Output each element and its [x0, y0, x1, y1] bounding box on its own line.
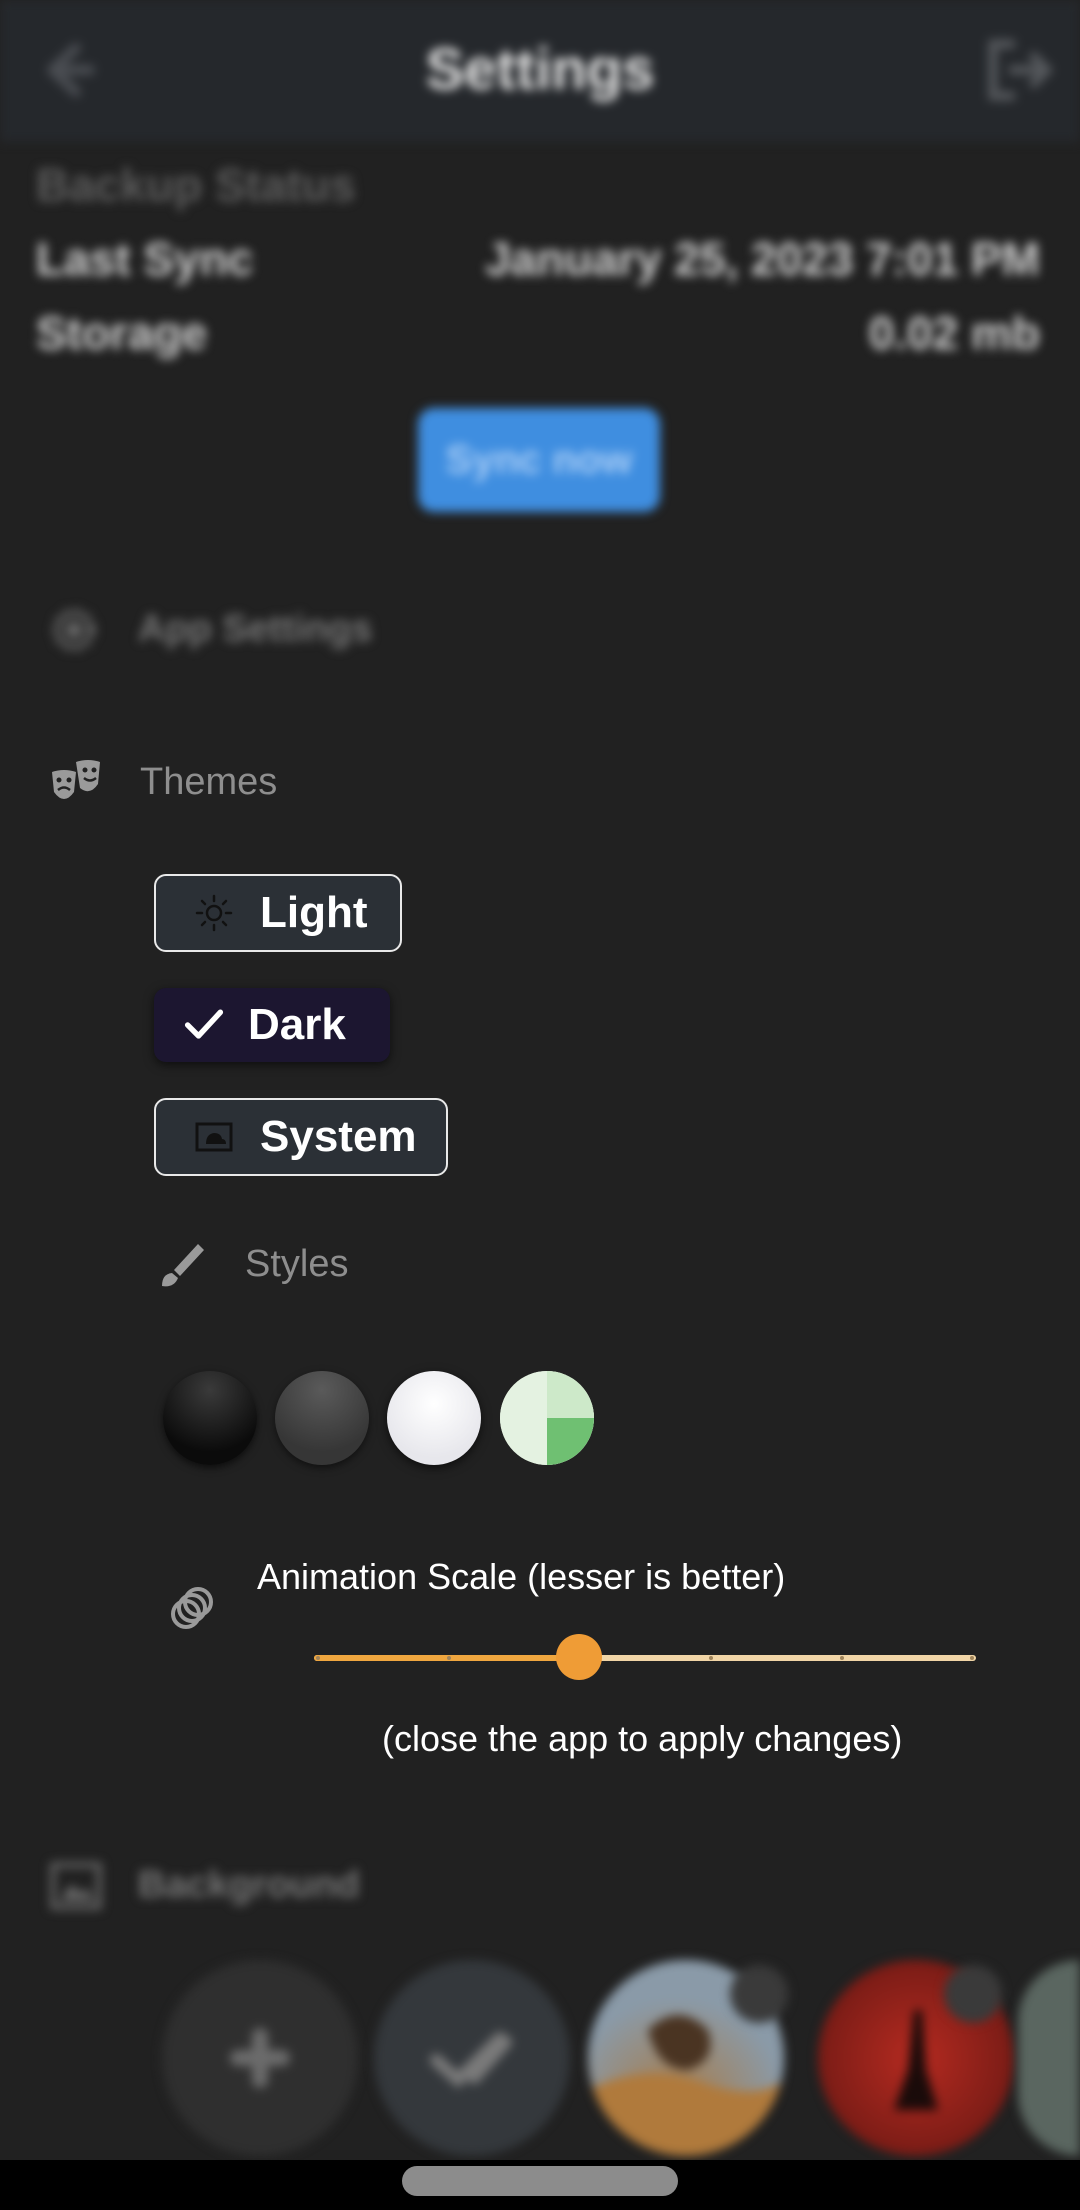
slider-tick — [970, 1656, 974, 1660]
slider-tick — [709, 1656, 713, 1660]
theme-system-label: System — [260, 1112, 417, 1161]
theme-dark-label: Dark — [248, 1000, 346, 1049]
themes-label: Themes — [140, 761, 278, 803]
page-title: Settings — [425, 37, 655, 102]
style-swatch-black[interactable] — [163, 1371, 257, 1465]
delete-image-2-button[interactable] — [944, 1965, 1002, 2023]
app-settings-label: App Settings — [138, 608, 373, 650]
background-add-button[interactable] — [162, 1960, 358, 2156]
backup-status-title: Backup Status — [36, 159, 356, 211]
theme-system-chip[interactable]: System — [154, 1098, 448, 1176]
device-theme-icon — [194, 1117, 234, 1157]
plus-icon — [230, 2028, 290, 2088]
background-label: Background — [138, 1864, 360, 1906]
style-swatch-green[interactable] — [500, 1371, 594, 1465]
double-check-icon — [430, 2032, 512, 2089]
logout-icon[interactable] — [985, 38, 1055, 102]
last-sync-label: Last Sync — [36, 233, 254, 285]
last-sync-value: January 25, 2023 7:01 PM — [485, 233, 1040, 285]
slider-tick — [316, 1656, 320, 1660]
slider-tick — [447, 1656, 451, 1660]
theme-light-chip[interactable]: Light — [154, 874, 402, 952]
check-icon — [184, 1005, 224, 1045]
styles-label: Styles — [245, 1243, 349, 1285]
slider-tick — [840, 1656, 844, 1660]
storage-label: Storage — [36, 307, 208, 359]
background-default-option[interactable] — [374, 1960, 570, 2156]
storage-value: 0.02 mb — [868, 307, 1040, 359]
app-bar: Settings — [0, 0, 1080, 142]
background-image-3[interactable] — [1018, 1960, 1080, 2156]
animation-rings-icon — [171, 1587, 213, 1629]
home-indicator[interactable] — [402, 2166, 678, 2196]
sync-now-button[interactable]: Sync now — [418, 408, 660, 512]
theater-masks-icon — [52, 760, 100, 799]
slider-thumb[interactable] — [555, 1634, 602, 1680]
image-icon — [50, 1862, 102, 1910]
theme-light-label: Light — [260, 888, 368, 937]
green-swatch-shape — [500, 1371, 594, 1465]
delete-image-1-button[interactable] — [730, 1965, 788, 2023]
sun-icon — [194, 893, 234, 933]
gear-icon — [52, 608, 96, 652]
style-swatch-white[interactable] — [387, 1371, 481, 1465]
animation-scale-note: (close the app to apply changes) — [382, 1718, 903, 1759]
theme-dark-chip[interactable]: Dark — [154, 988, 390, 1062]
style-swatch-dark-gray[interactable] — [275, 1371, 369, 1465]
brush-icon — [162, 1244, 204, 1287]
animation-scale-title: Animation Scale (lesser is better) — [257, 1556, 786, 1597]
